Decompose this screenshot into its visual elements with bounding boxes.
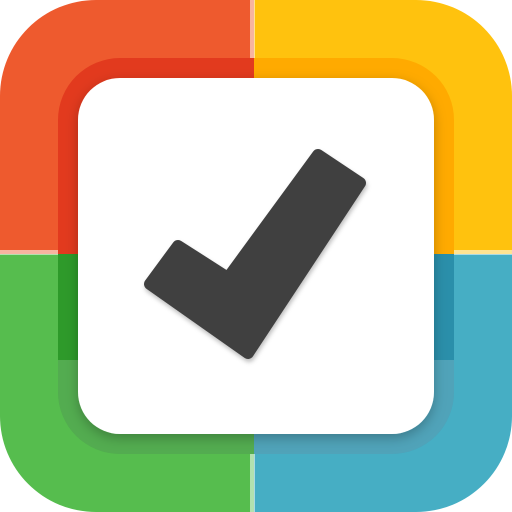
icon-canvas <box>0 0 512 512</box>
checklist-app-icon[interactable] <box>0 0 512 512</box>
